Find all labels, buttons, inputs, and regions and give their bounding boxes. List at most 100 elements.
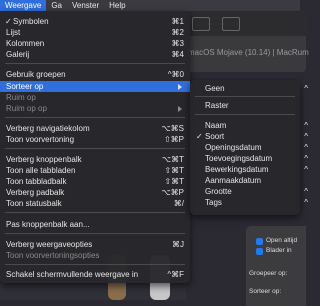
- sort-item-toevoegingsdatum[interactable]: Toevoegingsdatum ^: [190, 153, 308, 164]
- menu-item-label: Naam: [205, 121, 227, 130]
- menu-item-ruim-op[interactable]: Ruim op: [0, 92, 190, 103]
- menu-bar: Weergave Ga Venster Help: [0, 0, 300, 11]
- browse-in-checkbox[interactable]: [256, 248, 263, 255]
- menu-item-shortcut: ⇧⌘P: [163, 135, 184, 144]
- menu-item-label: Schakel schermvullende weergave in: [6, 270, 139, 279]
- menu-item-shortcut: ⌥⌘P: [161, 188, 184, 197]
- menu-item-label: Soort: [205, 132, 225, 141]
- view-toggle-icon[interactable]: [192, 17, 210, 31]
- background-toolbar: [186, 12, 306, 36]
- menu-item-label: Toon tabbladbalk: [6, 177, 67, 186]
- menu-item-verberg-weergaveopties[interactable]: Verberg weergaveopties ⌘J: [0, 239, 190, 250]
- menubar-help[interactable]: Help: [104, 0, 130, 11]
- menu-item-toon-voorvertoningsopties[interactable]: Toon voorvertoningsopties: [0, 250, 190, 261]
- menu-item-shortcut: ^: [304, 121, 308, 130]
- menu-item-label: Kolommen: [6, 39, 45, 48]
- menu-item-label: Toevoegingsdatum: [205, 154, 273, 163]
- menu-item-shortcut: ⌘/: [173, 199, 184, 208]
- menu-item-galerij[interactable]: Galerij ⌘4: [0, 49, 190, 60]
- menu-item-symbolen[interactable]: ✓ Symbolen ⌘1: [0, 16, 190, 27]
- menu-item-label: Verberg padbalk: [6, 188, 65, 197]
- sort-by-label: Sorteer op:: [249, 288, 282, 295]
- sort-item-tags[interactable]: Tags ^: [190, 197, 308, 208]
- menu-item-kolommen[interactable]: Kolommen ⌘3: [0, 38, 190, 49]
- menu-separator: [5, 63, 185, 64]
- menu-item-label: Verberg weergaveopties: [6, 240, 93, 249]
- menu-item-ruim-op-op[interactable]: Ruim op op: [0, 103, 190, 114]
- menu-item-label: Aanmaakdatum: [205, 176, 262, 185]
- menu-item-label: Gebruik groepen: [6, 70, 66, 79]
- menu-item-shortcut: ⌘4: [171, 50, 184, 59]
- view-menu: ✓ Symbolen ⌘1 Lijst ⌘2 Kolommen ⌘3 Galer…: [0, 11, 190, 283]
- submenu-arrow-icon: [178, 106, 182, 112]
- menu-item-shortcut: ⌥⌘T: [161, 155, 184, 164]
- browse-in-label: Blader in: [266, 247, 292, 254]
- checkmark-icon: ✓: [5, 17, 12, 26]
- checkmark-icon: ✓: [196, 132, 203, 141]
- sort-item-geen[interactable]: Geen ^: [190, 83, 308, 94]
- menu-item-shortcut: ^: [304, 165, 308, 174]
- menu-separator: [5, 233, 185, 234]
- menu-item-shortcut: ⇧⌘T: [164, 166, 184, 175]
- menu-item-label: Geen: [205, 84, 225, 93]
- menu-item-shortcut: ⌥⌘S: [161, 124, 184, 133]
- menu-item-pas-knoppenbalk-aan[interactable]: Pas knoppenbalk aan...: [0, 219, 190, 230]
- sort-item-raster[interactable]: Raster: [190, 100, 300, 111]
- menu-item-label: Toon voorvertoning: [6, 135, 75, 144]
- menu-item-label: Galerij: [6, 50, 30, 59]
- menubar-ga[interactable]: Ga: [46, 0, 67, 11]
- menu-item-toon-voorvertoning[interactable]: Toon voorvertoning ⇧⌘P: [0, 134, 190, 145]
- menu-item-verberg-knoppenbalk[interactable]: Verberg knoppenbalk ⌥⌘T: [0, 154, 190, 165]
- menu-item-shortcut: ⇧⌘T: [164, 177, 184, 186]
- menu-separator: [5, 117, 185, 118]
- menu-item-label: Pas knoppenbalk aan...: [6, 220, 90, 229]
- menu-item-sorteer-op[interactable]: Sorteer op: [0, 81, 190, 92]
- sort-item-naam[interactable]: Naam ^: [190, 120, 308, 131]
- menu-separator: [5, 148, 185, 149]
- sort-submenu: Geen ^ Raster Naam ^ ✓ Soort ^ Openingsd…: [190, 80, 308, 215]
- menubar-venster[interactable]: Venster: [67, 0, 104, 11]
- background-window-title: macOS Mojave (10.14) | MacRum: [188, 48, 309, 57]
- menu-item-shortcut: ^: [304, 187, 308, 196]
- menu-item-shortcut: ^: [304, 198, 308, 207]
- menu-item-shortcut: ⌘1: [171, 17, 184, 26]
- menu-item-shortcut: ⌘2: [171, 28, 184, 37]
- sidebar-toggle-icon[interactable]: [222, 17, 240, 31]
- menu-item-schermvullende-weergave[interactable]: Schakel schermvullende weergave in ^⌘F: [0, 269, 190, 280]
- menu-item-verberg-padbalk[interactable]: Verberg padbalk ⌥⌘P: [0, 187, 190, 198]
- sort-item-bewerkingsdatum[interactable]: Bewerkingsdatum ^: [190, 164, 308, 175]
- menu-item-shortcut: ^: [304, 154, 308, 163]
- menu-item-label: Tags: [205, 198, 222, 207]
- menu-item-shortcut: ⌘J: [172, 240, 184, 249]
- sort-item-soort[interactable]: ✓ Soort ^: [190, 131, 308, 142]
- menu-item-label: Toon alle tabbladen: [6, 166, 76, 175]
- menu-item-lijst[interactable]: Lijst ⌘2: [0, 27, 190, 38]
- menu-item-toon-tabbladbalk[interactable]: Toon tabbladbalk ⇧⌘T: [0, 176, 190, 187]
- menu-item-label: Bewerkingsdatum: [205, 165, 269, 174]
- menu-item-toon-statusbalk[interactable]: Toon statusbalk ⌘/: [0, 198, 190, 209]
- menu-item-label: Raster: [205, 101, 229, 110]
- sort-item-aanmaakdatum[interactable]: Aanmaakdatum: [190, 175, 300, 186]
- menu-item-shortcut: ^: [304, 84, 308, 93]
- menu-item-label: Verberg knoppenbalk: [6, 155, 82, 164]
- open-always-checkbox[interactable]: [256, 238, 263, 245]
- menu-item-label: Grootte: [205, 187, 232, 196]
- sort-item-grootte[interactable]: Grootte ^: [190, 186, 308, 197]
- menu-separator: [195, 114, 295, 115]
- sort-item-openingsdatum[interactable]: Openingsdatum ^: [190, 142, 308, 153]
- group-by-label: Groepeer op:: [249, 270, 288, 277]
- menu-item-label: Symbolen: [13, 17, 49, 26]
- menu-item-gebruik-groepen[interactable]: Gebruik groepen ^⌘0: [0, 69, 190, 80]
- menu-item-toon-alle-tabbladen[interactable]: Toon alle tabbladen ⇧⌘T: [0, 165, 190, 176]
- open-always-label: Open altijd: [266, 237, 298, 244]
- menu-item-shortcut: ^⌘0: [167, 70, 184, 79]
- menu-item-label: Toon statusbalk: [6, 199, 62, 208]
- menu-item-label: Verberg navigatiekolom: [6, 124, 90, 133]
- menu-item-shortcut: ⌘3: [171, 39, 184, 48]
- view-options-panel: Open altijd Blader in Groepeer op: Sorte…: [246, 226, 306, 306]
- menu-item-label: Ruim op: [6, 93, 36, 102]
- menubar-weergave[interactable]: Weergave: [0, 0, 47, 11]
- menu-item-label: Ruim op op: [6, 104, 47, 113]
- menu-item-label: Toon voorvertoningsopties: [6, 251, 100, 260]
- menu-item-verberg-navigatiekolom[interactable]: Verberg navigatiekolom ⌥⌘S: [0, 123, 190, 134]
